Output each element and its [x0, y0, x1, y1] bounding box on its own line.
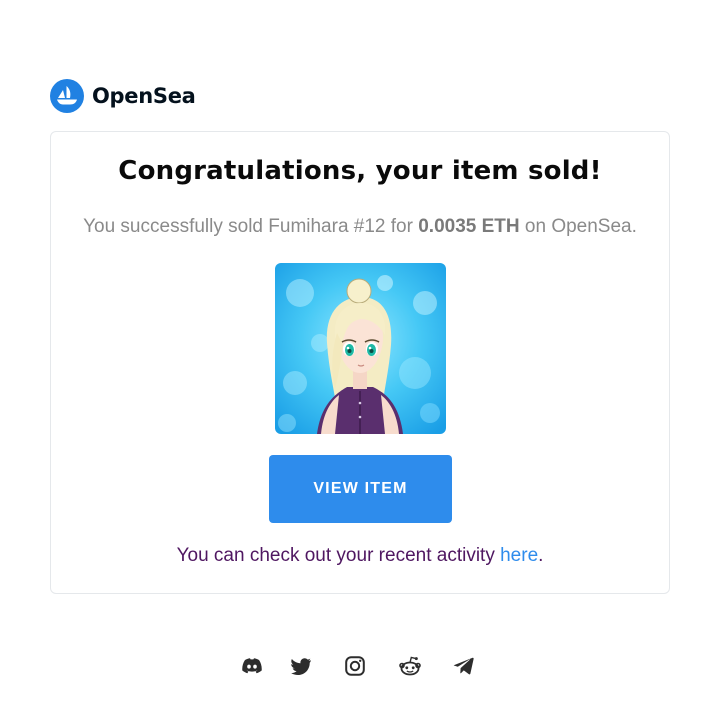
reddit-icon[interactable]	[398, 654, 422, 678]
opensea-boat-icon	[50, 79, 84, 113]
activity-here-link[interactable]: here	[500, 545, 538, 566]
email-title: Congratulations, your item sold!	[118, 156, 602, 186]
social-links	[0, 654, 720, 680]
anime-character-nft-icon	[275, 263, 446, 434]
item-image[interactable]	[275, 263, 446, 434]
recent-activity-text: You can check out your recent activity h…	[51, 545, 669, 567]
sale-summary: You successfully sold Fumihara #12 for 0…	[51, 216, 669, 238]
activity-prefix: You can check out your recent activity	[176, 545, 501, 566]
brand-name: OpenSea	[92, 84, 196, 108]
sale-price: 0.0035 ETH	[418, 216, 520, 237]
sale-summary-prefix: You successfully sold Fumihara #12 for	[83, 216, 419, 237]
instagram-icon[interactable]	[343, 654, 367, 678]
view-item-button[interactable]: VIEW ITEM	[269, 455, 452, 523]
activity-suffix: .	[538, 545, 544, 566]
discord-icon[interactable]	[240, 654, 264, 678]
telegram-icon[interactable]	[451, 654, 475, 678]
sale-summary-suffix: on OpenSea.	[519, 216, 637, 237]
twitter-icon[interactable]	[289, 654, 313, 678]
sale-notification-card: Congratulations, your item sold! You suc…	[50, 131, 670, 594]
brand-logo[interactable]: OpenSea	[50, 79, 196, 113]
